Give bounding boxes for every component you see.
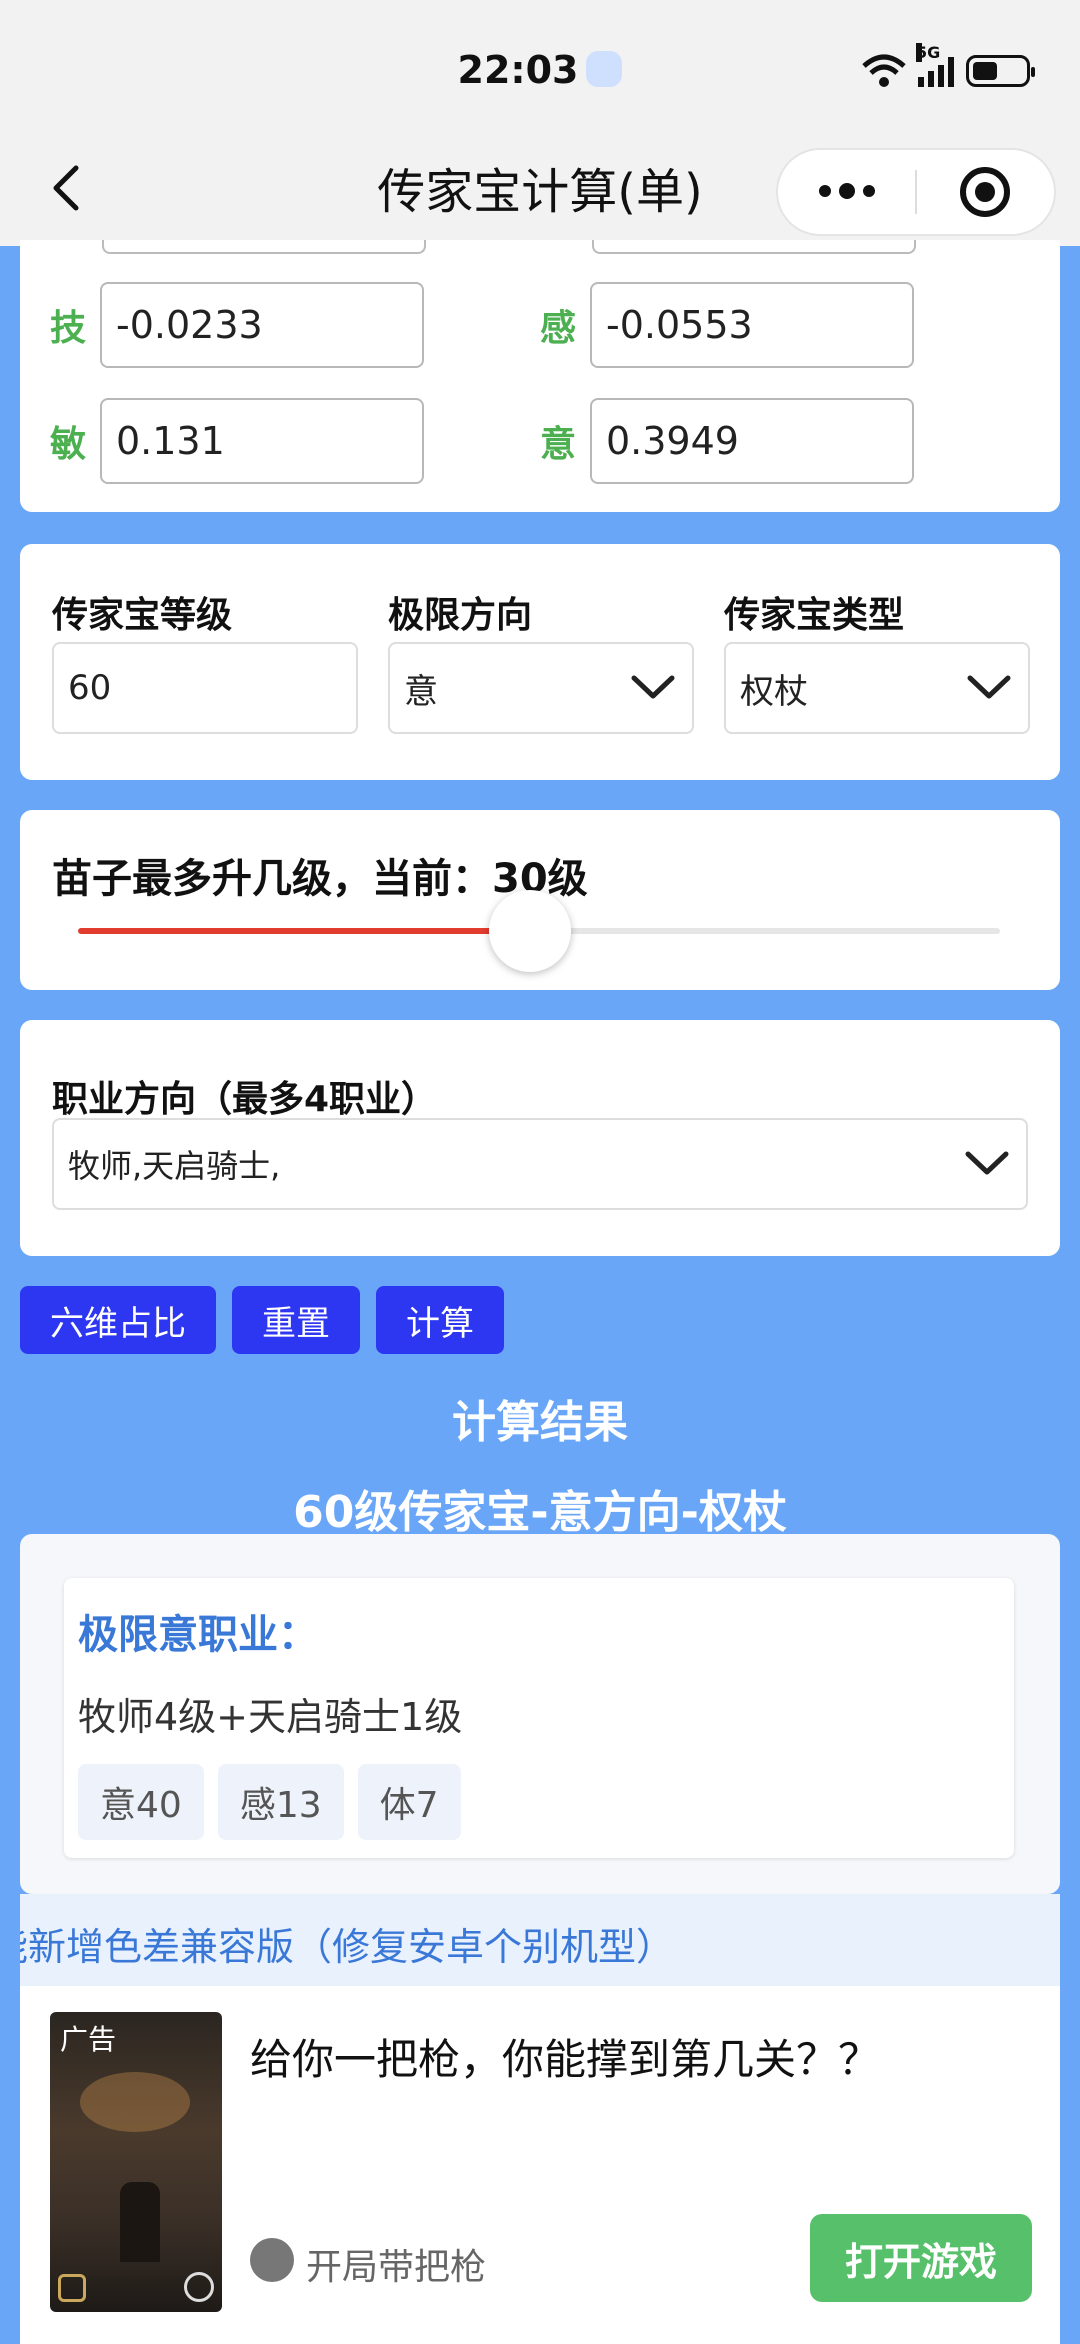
job-card: 职业方向（最多4职业） 牧师,天启骑士, [20, 1020, 1060, 1256]
attr-input-stub-right [592, 240, 916, 254]
settings-card: 传家宝等级 60 极限方向 意 传家宝类型 权杖 [20, 544, 1060, 780]
job-select[interactable]: 牧师,天启骑士, [52, 1118, 1028, 1210]
attr-input-gan[interactable]: -0.0553 [590, 282, 914, 368]
ad-image-figure [120, 2182, 160, 2262]
battery-icon [966, 55, 1035, 87]
ad-advertiser-name: 开局带把枪 [306, 2247, 487, 2288]
job-label: 职业方向（最多4职业） [52, 1079, 438, 1120]
attribute-card: 技 -0.0233 感 -0.0553 敏 0.131 意 0.3949 [20, 240, 1060, 512]
ad-badge[interactable]: 广告 [60, 2018, 116, 2058]
more-dots-icon[interactable] [778, 183, 915, 199]
notice-marquee: 能新增色差兼容版（修复安卓个别机型） [20, 1894, 1060, 1986]
app-ghost-icon [586, 51, 623, 87]
chevron-down-icon [631, 675, 675, 699]
stat-tag: 意40 [78, 1764, 204, 1840]
direction-select[interactable]: 意 [388, 642, 694, 734]
direction-label: 极限方向 [388, 595, 533, 636]
attr-input-yi[interactable]: 0.3949 [590, 398, 914, 484]
attr-row-yi: 意 0.3949 [540, 398, 914, 484]
target-circle-icon [960, 167, 1011, 217]
attr-label-ji: 技 [50, 308, 87, 349]
attr-label-gan: 感 [540, 308, 577, 349]
result-card-title: 极限意职业： [78, 1612, 318, 1658]
result-title: 计算结果 [452, 1397, 628, 1448]
notice-text: 能新增色差兼容版（修复安卓个别机型） [20, 1925, 675, 1969]
level-input[interactable]: 60 [52, 642, 358, 734]
result-tags: 意40 感13 体7 [78, 1764, 461, 1840]
status-bar: 22:03 5G [0, 0, 1080, 148]
ad-avatar [250, 2238, 294, 2282]
chevron-down-icon [965, 1151, 1009, 1175]
attr-input-ji[interactable]: -0.0233 [100, 282, 424, 368]
ad-image[interactable]: 广告 [50, 2012, 222, 2312]
chevron-down-icon [967, 675, 1011, 699]
attr-row-min: 敏 0.131 [50, 398, 424, 484]
ad-image-glow [80, 2072, 190, 2132]
wifi-icon [862, 54, 906, 87]
stat-tag: 感13 [217, 1764, 344, 1840]
slider-card: 苗子最多升几级，当前：30级 [20, 810, 1060, 990]
result-inner-card: 极限意职业： 牧师4级+天启骑士1级 意40 感13 体7 [64, 1578, 1014, 1858]
status-time-text: 22:03 [457, 48, 579, 92]
job-value: 牧师,天启骑士, [68, 1147, 281, 1185]
ad-banner[interactable]: 广告 给你一把枪，你能撑到第几关？？ 开局带把枪 打开游戏 [20, 1986, 1060, 2344]
open-game-button[interactable]: 打开游戏 [810, 2214, 1032, 2302]
slider-track[interactable] [78, 890, 1000, 972]
attr-label-yi: 意 [540, 424, 577, 465]
result-job-line: 牧师4级+天启骑士1级 [78, 1695, 463, 1739]
result-subtitle: 60级传家宝-意方向-权杖 [293, 1487, 787, 1538]
slider-thumb[interactable] [488, 890, 571, 972]
close-target-button[interactable] [917, 167, 1054, 217]
slider-fill [78, 928, 530, 934]
calculate-button[interactable]: 计算 [376, 1286, 504, 1354]
ratio-button[interactable]: 六维占比 [20, 1286, 216, 1354]
network-type-label: 5G [916, 43, 941, 62]
result-card: 极限意职业： 牧师4级+天启骑士1级 意40 感13 体7 [20, 1534, 1060, 1894]
ad-compass-icon [184, 2272, 214, 2302]
action-buttons: 六维占比 重置 计算 [20, 1286, 504, 1354]
type-label: 传家宝类型 [724, 595, 905, 636]
type-value: 权杖 [740, 671, 808, 712]
level-value: 60 [68, 668, 112, 708]
stat-tag: 体7 [357, 1764, 461, 1840]
ad-rank-icon [58, 2274, 86, 2302]
cellular-signal-icon: 5G [916, 43, 954, 87]
attr-row-gan: 感 -0.0553 [540, 282, 914, 368]
ad-title[interactable]: 给你一把枪，你能撑到第几关？？ [250, 2026, 880, 2087]
attr-label-min: 敏 [50, 424, 87, 465]
system-icons: 5G [862, 43, 1035, 88]
direction-value: 意 [404, 671, 438, 712]
reset-button[interactable]: 重置 [232, 1286, 360, 1354]
miniprogram-capsule [776, 148, 1056, 236]
type-select[interactable]: 权杖 [724, 642, 1030, 734]
attr-input-min[interactable]: 0.131 [100, 398, 424, 484]
nav-bar: 传家宝计算(单) [0, 130, 1080, 246]
attr-input-stub-left [102, 240, 426, 254]
attr-row-ji: 技 -0.0233 [50, 282, 424, 368]
level-label: 传家宝等级 [52, 595, 233, 636]
